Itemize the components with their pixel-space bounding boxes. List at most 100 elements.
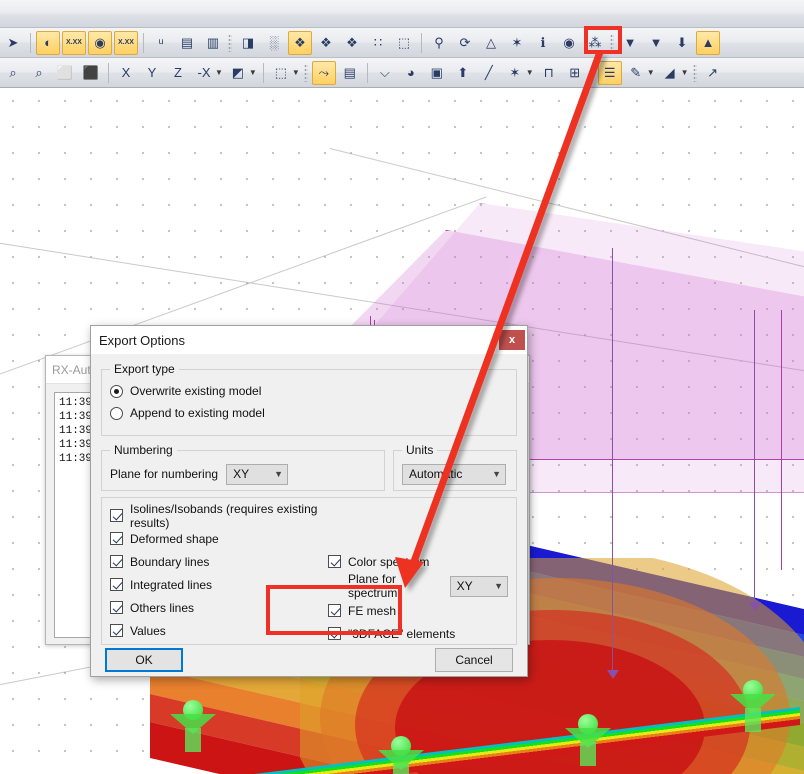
checkbox-icon[interactable] [110,601,123,614]
result-value-xx-icon[interactable]: X.XX [62,31,86,55]
toolbar-row-results[interactable]: ➤◐X.XX◉X.XXͧ▤▥◨░❖❖❖∷⬚⚲⟳△✶ℹ◉⁂▼▼⬇▲ [0,28,804,58]
checkbox-icon[interactable] [110,578,123,591]
printout-report-icon[interactable]: ☰ [598,61,622,85]
chevron-down-icon[interactable]: ▼ [249,68,257,77]
chevron-down-icon[interactable]: ▼ [215,68,223,77]
numbering-units-row: Numbering Plane for numbering XY ▼ Units… [101,443,517,497]
print-table-icon[interactable]: ▤ [175,31,199,55]
checkbox-icon[interactable] [110,509,123,522]
radio-icon[interactable] [110,407,123,420]
checkbox-boundary-lines[interactable]: Boundary lines [110,550,328,573]
chevron-down-icon[interactable]: ▼ [681,68,689,77]
close-icon[interactable]: x [499,330,525,350]
import-dxf-2-icon[interactable]: ▼ [644,31,668,55]
edit-printout-icon[interactable]: ✎ [624,61,648,85]
rotate-icon[interactable]: ⟳ [453,31,477,55]
view-x-icon[interactable]: X [114,61,138,85]
checkbox-deformed-shape[interactable]: Deformed shape [110,527,328,550]
checkbox-icon[interactable] [328,555,341,568]
plane-for-spectrum-select[interactable]: XY ▼ [450,576,508,597]
cancel-button[interactable]: Cancel [435,648,513,672]
ok-button[interactable]: OK [105,648,183,672]
visibility-cube-icon[interactable]: ⬚ [269,61,293,85]
result-grid-icon[interactable]: ⊞ [563,61,587,85]
radio-label: Overwrite existing model [130,384,261,398]
info-icon[interactable]: ℹ [531,31,555,55]
chevron-down-icon: ▼ [494,581,503,591]
chevron-down-icon[interactable]: ▼ [292,68,300,77]
show-result-values-icon[interactable]: ◐ [36,31,60,55]
color-spectrum-icon[interactable]: ◕ [399,61,423,85]
expand-arrow-icon[interactable]: ➤ [1,31,25,55]
support-symbol [565,714,611,772]
fe-mesh-icon[interactable]: ░ [262,31,286,55]
result-graph-icon[interactable]: ↗ [701,61,725,85]
checkbox-label: Boundary lines [130,555,209,569]
radio-icon[interactable] [110,385,123,398]
checkbox-isolines-isobands[interactable]: Isolines/Isobands (requires existing res… [110,504,328,527]
chevron-down-icon[interactable]: ▼ [647,68,655,77]
toolbar-grip[interactable] [693,64,697,82]
deformation-value-icon[interactable]: X.XX [114,31,138,55]
support-symbol [730,680,776,738]
load-arrow-head [607,670,619,679]
results-diagram-icon[interactable]: ⤳ [312,61,336,85]
chevron-down-icon[interactable]: ▼ [526,68,534,77]
toolbar-row-top[interactable] [0,0,804,28]
zoom-previous-icon[interactable]: ⌕ [27,61,51,85]
support-reactions-icon[interactable]: ⬆ [451,61,475,85]
support-symbol [378,736,424,774]
isobands-cube-icon[interactable]: ▣ [425,61,449,85]
grid-points-icon[interactable]: ∷ [366,31,390,55]
mirror-icon[interactable]: △ [479,31,503,55]
toolbar-separator [143,33,144,53]
checkbox-label: Others lines [130,601,194,615]
glasses-icon[interactable]: ͧ [149,31,173,55]
zoom-window-icon[interactable]: ⌕ [1,61,25,85]
units-select[interactable]: Automatic ▼ [402,464,506,485]
plane-for-numbering-select[interactable]: XY ▼ [226,464,288,485]
export-down-icon[interactable]: ⬇ [670,31,694,55]
units-row: Automatic ▼ [402,461,508,487]
toolbar-row-view[interactable]: ⌕⌕⬜⬛XYZ-X▼◩▼⬚▼⤳▤⌵◕▣⬆╱✶▼⊓⊞☰✎▼◢▼↗ [0,58,804,88]
model-view-3-icon[interactable]: ❖ [340,31,364,55]
color-legend-icon[interactable]: ◢ [658,61,682,85]
render-mode-icon[interactable]: ◩ [226,61,250,85]
node-connect-icon[interactable]: ✶ [505,31,529,55]
render-solid-icon[interactable]: ◨ [236,31,260,55]
print-table-2-icon[interactable]: ▥ [201,31,225,55]
isolines-icon[interactable]: ⌵ [373,61,397,85]
checkbox-color-spectrum[interactable]: Color spectrum [328,550,508,573]
render-settings-icon[interactable]: ◉ [557,31,581,55]
section-view-icon[interactable]: ⬚ [392,31,416,55]
checkbox-label: Isolines/Isobands (requires existing res… [130,502,328,530]
view-z-icon[interactable]: Z [166,61,190,85]
model-view-icon[interactable]: ❖ [288,31,312,55]
checkbox-icon[interactable] [110,624,123,637]
measure-icon[interactable]: ⚲ [427,31,451,55]
numbering-group: Numbering Plane for numbering XY ▼ [101,443,385,491]
view-y-icon[interactable]: Y [140,61,164,85]
radio-append-to-existing-model[interactable]: Append to existing model [110,402,508,424]
deformation-line-icon[interactable]: ╱ [477,61,501,85]
view-minus-x-icon[interactable]: -X [192,61,216,85]
chevron-down-icon: ▼ [274,469,283,479]
results-filter-icon[interactable]: ✶ [503,61,527,85]
radio-overwrite-existing-model[interactable]: Overwrite existing model [110,380,508,402]
toolbar-grip[interactable] [228,34,232,52]
result-table-icon[interactable]: ▤ [338,61,362,85]
plane-for-numbering-row: Plane for numbering XY ▼ [110,461,376,487]
plane-for-numbering-value: XY [233,467,249,481]
chevron-down-icon: ▼ [492,469,501,479]
toolbar-separator [30,33,31,53]
show-deformation-icon[interactable]: ◉ [88,31,112,55]
dialog-title: Export Options [99,333,185,348]
zoom-all-icon[interactable]: ⬜ [53,61,77,85]
smoothing-icon[interactable]: ⊓ [537,61,561,85]
model-view-2-icon[interactable]: ❖ [314,31,338,55]
zoom-perspective-icon[interactable]: ⬛ [79,61,103,85]
export-dxf-icon[interactable]: ▲ [696,31,720,55]
checkbox-icon[interactable] [110,532,123,545]
toolbar-grip[interactable] [304,64,308,82]
checkbox-icon[interactable] [110,555,123,568]
